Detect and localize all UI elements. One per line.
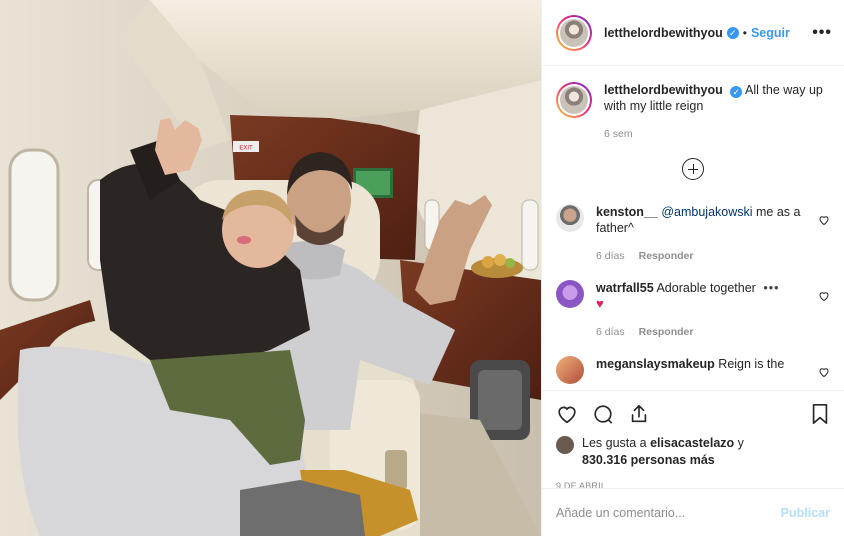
reply-button[interactable]: Responder xyxy=(639,250,694,262)
post-sidebar: letthelordbewithyou ✓ • Seguir ••• letth… xyxy=(541,0,844,536)
caption-row: letthelordbewithyou ✓ All the way up wit… xyxy=(556,82,830,142)
likes-suffix: y xyxy=(734,436,744,450)
post-header: letthelordbewithyou ✓ • Seguir ••• xyxy=(542,0,844,66)
heart-icon[interactable] xyxy=(818,290,830,302)
post-modal: EXIT letthelordbewithyou ✓ • Seguir ••• … xyxy=(0,0,844,536)
commenter-avatar[interactable] xyxy=(556,280,584,308)
comment-username[interactable]: watrfall55 xyxy=(596,281,654,295)
reply-button[interactable]: Responder xyxy=(639,326,694,338)
jet-cabin-photo: EXIT xyxy=(0,0,541,536)
comment-time[interactable]: 6 días xyxy=(596,326,625,338)
comment-username[interactable]: kenston__ xyxy=(596,205,658,219)
comment-time[interactable]: 6 días xyxy=(596,250,625,262)
liker-username[interactable]: elisacastelazo xyxy=(650,436,734,450)
likes-summary: Les gusta a elisacastelazo y 830.316 per… xyxy=(556,435,830,469)
post-actions: Les gusta a elisacastelazo y 830.316 per… xyxy=(542,390,844,491)
comment-more-icon[interactable]: ••• xyxy=(763,281,779,295)
separator-dot: • xyxy=(742,25,747,40)
comment-text: Adorable together xyxy=(656,281,756,295)
comments-panel[interactable]: letthelordbewithyou ✓ All the way up wit… xyxy=(542,66,844,390)
heart-icon[interactable] xyxy=(556,403,578,425)
bookmark-icon[interactable] xyxy=(810,403,830,425)
comment-icon[interactable] xyxy=(592,403,614,425)
caption-username[interactable]: letthelordbewithyou xyxy=(604,83,723,97)
comment-mention[interactable]: @ambujakowski xyxy=(661,205,752,219)
comment-row: meganslaysmakeup Reign is the xyxy=(556,356,830,384)
caption-avatar[interactable] xyxy=(556,82,592,118)
commenter-avatar[interactable] xyxy=(556,204,584,232)
comment-username[interactable]: meganslaysmakeup xyxy=(596,357,715,371)
likes-prefix: Les gusta a xyxy=(582,436,651,450)
comment-row: watrfall55 Adorable together ••• ♥ 6 día… xyxy=(556,280,830,340)
load-more-comments-icon[interactable] xyxy=(682,158,704,180)
verified-badge-icon: ✓ xyxy=(730,86,743,98)
heart-icon[interactable] xyxy=(818,214,830,226)
publish-button[interactable]: Publicar xyxy=(781,506,830,520)
verified-badge-icon: ✓ xyxy=(726,26,739,39)
add-comment-bar: Publicar xyxy=(542,488,844,536)
post-photo[interactable]: EXIT xyxy=(0,0,541,536)
follow-button[interactable]: Seguir xyxy=(751,26,790,40)
caption-time[interactable]: 6 sem xyxy=(604,128,633,140)
liker-avatar[interactable] xyxy=(556,436,574,454)
author-username[interactable]: letthelordbewithyou xyxy=(604,26,723,40)
exit-sign-label: EXIT xyxy=(239,146,253,152)
likes-count[interactable]: 830.316 personas más xyxy=(582,453,715,467)
comment-row: kenston__ @ambujakowski me as a father^ … xyxy=(556,204,830,264)
commenter-avatar[interactable] xyxy=(556,356,584,384)
share-icon[interactable] xyxy=(628,403,650,425)
comment-text: Reign is the xyxy=(718,357,785,371)
more-options-icon[interactable]: ••• xyxy=(812,24,832,42)
red-heart-emoji: ♥ xyxy=(596,296,604,311)
heart-icon[interactable] xyxy=(818,366,830,378)
author-avatar[interactable] xyxy=(556,14,592,51)
comment-input[interactable] xyxy=(556,505,781,520)
